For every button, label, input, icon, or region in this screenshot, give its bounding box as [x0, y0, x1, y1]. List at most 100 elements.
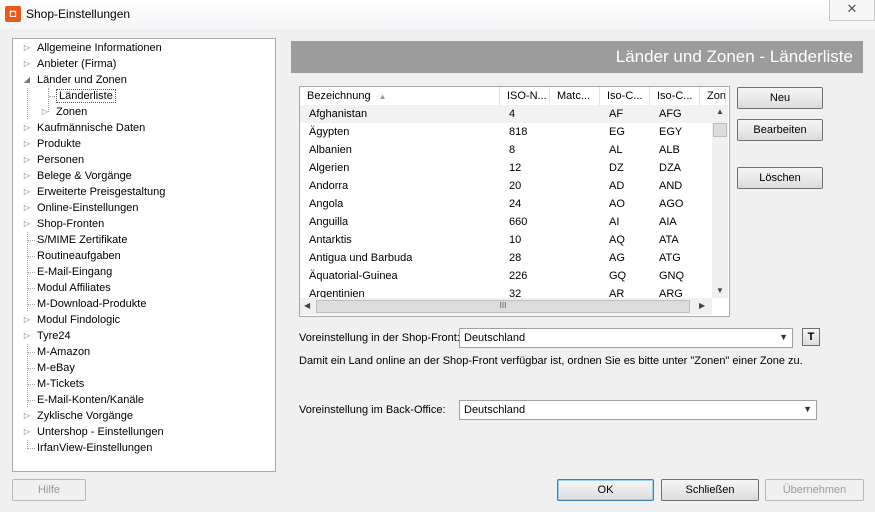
t-button[interactable]: T: [802, 328, 820, 346]
table-cell: Äquatorial-Guinea: [309, 270, 398, 282]
expand-arrow-icon[interactable]: ▷: [22, 328, 32, 344]
new-button[interactable]: Neu: [737, 87, 823, 109]
table-row[interactable]: Äquatorial-Guinea 226 GQ GNQ: [300, 267, 712, 285]
expand-arrow-icon[interactable]: ▷: [22, 136, 32, 152]
horizontal-scroll-thumb[interactable]: III: [316, 300, 690, 313]
edit-button[interactable]: Bearbeiten: [737, 119, 823, 141]
table-row[interactable]: Ägypten 818 EG EGY: [300, 123, 712, 141]
expand-arrow-icon[interactable]: ▷: [22, 216, 32, 232]
tree-item[interactable]: Zyklische Vorgänge: [37, 408, 133, 424]
tree-item[interactable]: Tyre24: [37, 328, 71, 344]
tree-item[interactable]: M-Download-Produkte: [37, 296, 146, 312]
table-cell: EG: [609, 126, 625, 138]
column-header[interactable]: Bezeichnung ▲: [300, 87, 500, 105]
tree-item-label: Zonen: [56, 106, 88, 118]
tree-item[interactable]: Routineaufgaben: [37, 248, 121, 264]
table-cell: 10: [509, 234, 522, 246]
close-window-button[interactable]: ✕: [829, 0, 875, 21]
tree-branch-line: [27, 272, 35, 273]
column-header[interactable]: ISO-N...: [500, 87, 550, 105]
tree-item[interactable]: Länderliste: [56, 88, 116, 104]
expand-arrow-icon[interactable]: ▷: [22, 408, 32, 424]
expand-arrow-icon[interactable]: ▷: [22, 312, 32, 328]
scroll-right-icon[interactable]: ▶: [699, 301, 705, 310]
tree-item[interactable]: Zonen: [56, 104, 87, 120]
tree-item[interactable]: M-Tickets: [37, 376, 84, 392]
app-icon: ◘: [5, 6, 21, 22]
tree-item[interactable]: Allgemeine Informationen: [37, 40, 162, 56]
column-header[interactable]: Iso-C...: [650, 87, 700, 105]
tree-branch-line: [27, 288, 35, 289]
table-cell: ATG: [659, 252, 681, 264]
table-cell: Antarktis: [309, 234, 352, 246]
table-cell: 4: [509, 108, 516, 120]
country-table[interactable]: Bezeichnung ▲ ISO-N... Matc... Iso-C... Iso-C…: [299, 86, 730, 317]
expand-arrow-icon[interactable]: ▷: [22, 184, 32, 200]
tree-item[interactable]: Shop-Fronten: [37, 216, 104, 232]
title-bar: ◘ Shop-Einstellungen ✕: [0, 0, 875, 30]
table-row[interactable]: Anguilla 660 AI AIA: [300, 213, 712, 231]
vertical-scroll-thumb[interactable]: [713, 123, 727, 137]
column-header-label: ISO-N...: [507, 90, 547, 102]
collapse-arrow-icon[interactable]: ◢: [22, 72, 32, 88]
expand-arrow-icon[interactable]: ▷: [22, 168, 32, 184]
tree-item-label: Online-Einstellungen: [37, 202, 139, 214]
tree-item[interactable]: Personen: [37, 152, 84, 168]
tree-item[interactable]: Modul Affiliates: [37, 280, 111, 296]
column-header[interactable]: Iso-C...: [600, 87, 650, 105]
chevron-down-icon: ▼: [779, 332, 788, 342]
expand-arrow-icon[interactable]: ▷: [22, 152, 32, 168]
tree-item[interactable]: Kaufmännische Daten: [37, 120, 145, 136]
scroll-left-icon[interactable]: ◀: [304, 301, 310, 310]
table-cell: AL: [609, 144, 623, 156]
expand-arrow-icon[interactable]: ▷: [22, 56, 32, 72]
expand-arrow-icon[interactable]: ▷: [22, 200, 32, 216]
table-cell: [550, 195, 600, 213]
tree-item-label: IrfanView-Einstellungen: [37, 442, 153, 454]
expand-arrow-icon[interactable]: ▷: [22, 40, 32, 56]
apply-button[interactable]: Übernehmen: [765, 479, 864, 501]
tree-item[interactable]: S/MIME Zertifikate: [37, 232, 127, 248]
table-cell: AG: [609, 252, 625, 264]
table-cell: 24: [509, 198, 522, 210]
table-row[interactable]: Andorra 20 AD AND: [300, 177, 712, 195]
table-row[interactable]: Algerien 12 DZ DZA: [300, 159, 712, 177]
tree-item-label: Länder und Zonen: [37, 74, 127, 86]
tree-item[interactable]: M-eBay: [37, 360, 75, 376]
delete-button[interactable]: Löschen: [737, 167, 823, 189]
tree-item[interactable]: Erweiterte Preisgestaltung: [37, 184, 165, 200]
table-cell: AI: [609, 216, 620, 228]
vertical-scrollbar[interactable]: ▲ ▼: [712, 105, 728, 298]
tree-item[interactable]: Online-Einstellungen: [37, 200, 139, 216]
tree-item[interactable]: Anbieter (Firma): [37, 56, 116, 72]
table-cell: ALB: [659, 144, 680, 156]
column-header[interactable]: Matc...: [550, 87, 600, 105]
tree-item[interactable]: Belege & Vorgänge: [37, 168, 132, 184]
help-button[interactable]: Hilfe: [12, 479, 86, 501]
scroll-up-icon[interactable]: ▲: [716, 107, 724, 116]
scroll-down-icon[interactable]: ▼: [716, 286, 724, 295]
table-row[interactable]: Antigua und Barbuda 28 AG ATG: [300, 249, 712, 267]
table-row[interactable]: Angola 24 AO AGO: [300, 195, 712, 213]
settings-tree[interactable]: ▷ Allgemeine Informationen ▷ Anbieter (Firm…: [12, 38, 276, 472]
tree-item[interactable]: M-Amazon: [37, 344, 90, 360]
expand-arrow-icon[interactable]: ▷: [22, 424, 32, 440]
backoffice-country-select[interactable]: Deutschland ▼: [459, 400, 817, 420]
tree-item[interactable]: E-Mail-Eingang: [37, 264, 112, 280]
close-button[interactable]: Schließen: [661, 479, 759, 501]
tree-item[interactable]: Modul Findologic: [37, 312, 120, 328]
tree-item[interactable]: Untershop - Einstellungen: [37, 424, 164, 440]
expand-arrow-icon[interactable]: ▷: [22, 120, 32, 136]
tree-item[interactable]: Produkte: [37, 136, 81, 152]
table-header: Bezeichnung ▲ ISO-N... Matc... Iso-C... Iso-C…: [300, 87, 726, 106]
table-row[interactable]: Afghanistan 4 AF AFG: [300, 105, 712, 123]
table-row[interactable]: Antarktis 10 AQ ATA: [300, 231, 712, 249]
column-header[interactable]: Zon: [700, 87, 726, 105]
horizontal-scrollbar[interactable]: ◀ III ▶: [300, 298, 712, 315]
tree-item[interactable]: E-Mail-Konten/Kanäle: [37, 392, 144, 408]
tree-item[interactable]: IrfanView-Einstellungen: [37, 440, 152, 456]
ok-button[interactable]: OK: [557, 479, 654, 501]
tree-item[interactable]: Länder und Zonen: [37, 72, 127, 88]
shopfront-country-select[interactable]: Deutschland ▼: [459, 328, 793, 348]
table-row[interactable]: Albanien 8 AL ALB: [300, 141, 712, 159]
